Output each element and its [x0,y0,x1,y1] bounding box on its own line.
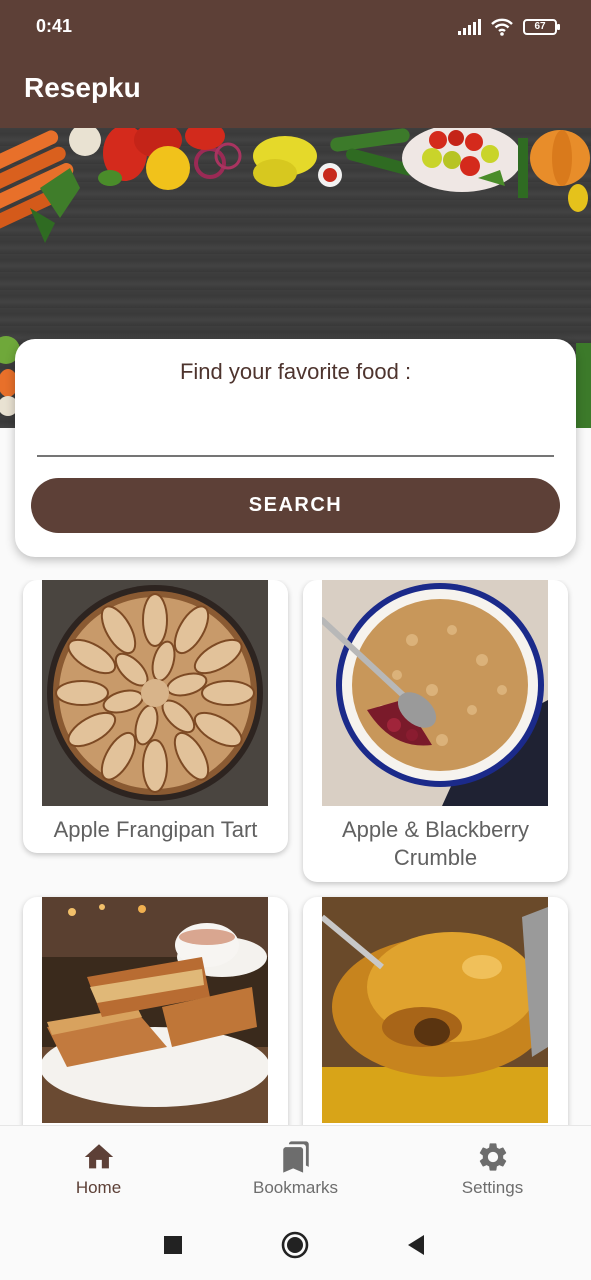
battery-level: 67 [534,21,546,32]
recipe-card[interactable]: Apple & Blackberry Crumble [303,580,568,882]
recipe-card[interactable]: Apple Frangipan Tart [23,580,288,853]
home-icon [84,1144,113,1169]
app-bar: Resepku [0,55,591,128]
home-button-icon[interactable] [281,1231,309,1259]
app-title: Resepku [24,72,141,103]
settings-icon [479,1143,506,1171]
nav-label-bookmarks: Bookmarks [252,1178,339,1197]
search-title: Find your favorite food : [179,359,412,384]
search-input[interactable] [37,417,554,457]
recipe-image [42,897,268,1123]
nav-item-home[interactable]: Home [0,1126,197,1211]
recipe-title: Apple & Blackberry Crumble [341,817,530,870]
nav-label-home: Home [75,1178,122,1197]
recipe-image [322,897,548,1123]
recipe-image [322,580,548,806]
recipe-card[interactable] [23,897,288,1125]
back-icon[interactable] [406,1234,426,1256]
bottom-navigation: Home Bookmarks Settings [0,1125,591,1210]
battery-icon: 67 [523,19,560,35]
recents-icon[interactable] [163,1235,183,1255]
bookmarks-icon [282,1141,309,1173]
status-time: 0:41 [36,16,73,36]
recipe-image [42,580,268,806]
recipe-title: Apple Frangipan Tart [53,817,258,842]
signal-icon [458,19,481,35]
wifi-icon [491,18,513,36]
status-icons: 67 [458,16,560,38]
recipe-grid[interactable]: Apple Frangipan Tart Apple & Blackberry … [0,580,591,1125]
nav-item-bookmarks[interactable]: Bookmarks [197,1126,394,1211]
search-card: Find your favorite food : SEARCH [15,339,576,557]
nav-label-settings: Settings [461,1178,524,1197]
status-bar: 0:41 67 [0,0,591,55]
recipe-card[interactable] [303,897,568,1125]
search-button[interactable]: SEARCH [31,478,560,533]
system-navigation-bar [0,1210,591,1280]
nav-item-settings[interactable]: Settings [394,1126,591,1211]
